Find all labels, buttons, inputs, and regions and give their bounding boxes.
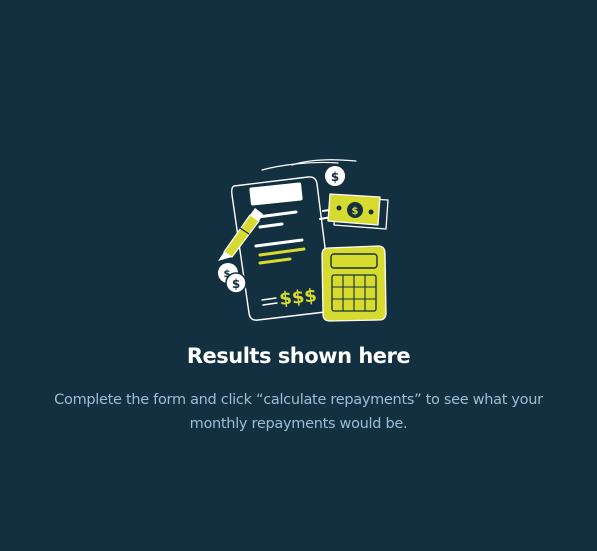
results-description: Complete the form and click “calculate r… (54, 392, 543, 432)
document-dash (262, 302, 278, 306)
banknote-icon: $ (327, 193, 389, 230)
results-title: Results shown here (186, 344, 411, 368)
calculator-icon (321, 245, 387, 322)
empty-results-illustration-icon: $$$ $ $ $ $ (218, 159, 389, 322)
document-text-line (254, 238, 304, 248)
document-text-line (258, 222, 284, 229)
document-dash (261, 297, 277, 301)
results-empty-panel: $$$ $ $ $ $ Results shown here Complete … (0, 0, 597, 551)
document-text-line (256, 210, 298, 219)
svg-text:$: $ (232, 277, 240, 291)
scribble-line (261, 161, 339, 171)
svg-text:$: $ (224, 269, 231, 280)
document-highlight-line (258, 257, 292, 265)
document-header-block (249, 182, 303, 206)
document-dollar-signs: $$$ (278, 285, 318, 310)
coin-icon: $ (325, 166, 345, 186)
svg-text:$: $ (352, 206, 359, 217)
svg-text:$: $ (331, 170, 339, 184)
document-highlight-line (258, 247, 306, 257)
